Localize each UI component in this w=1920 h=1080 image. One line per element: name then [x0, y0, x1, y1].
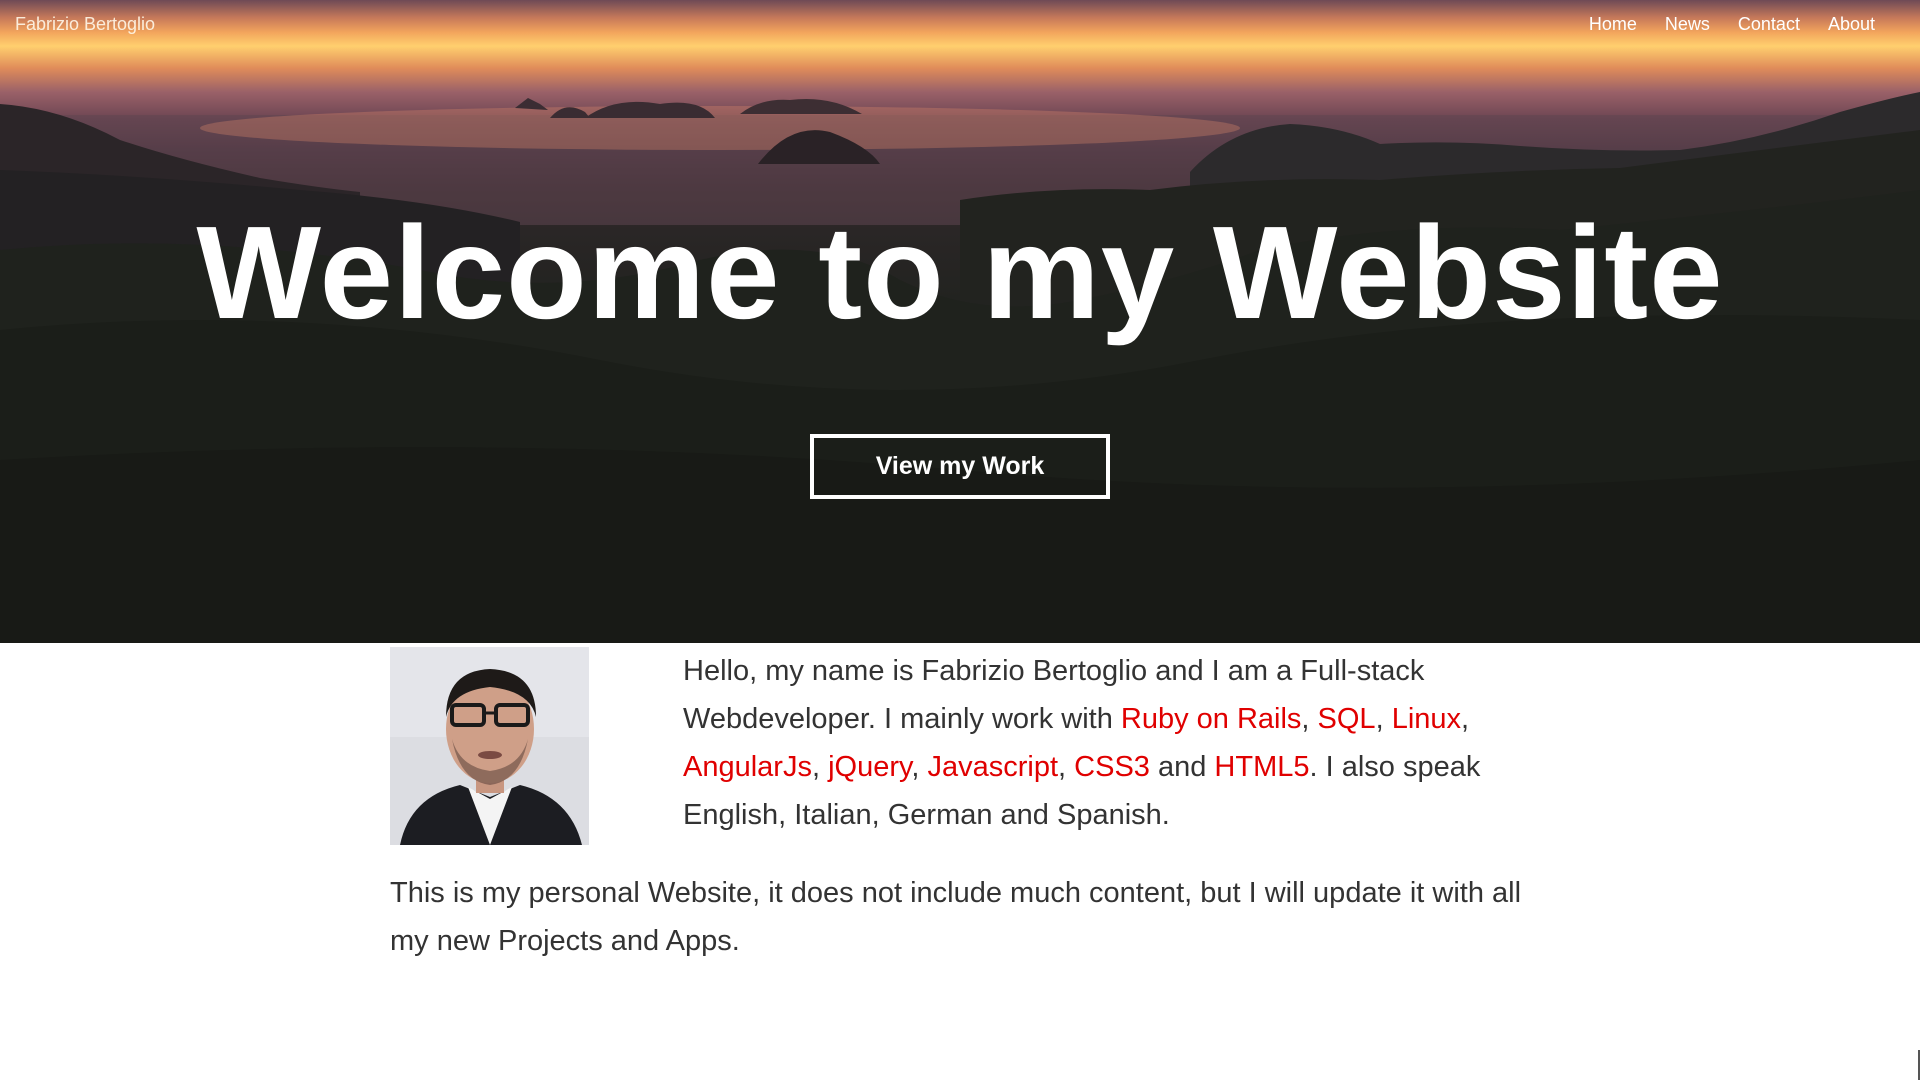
separator: ,: [811, 751, 829, 783]
nav-about-link[interactable]: About: [1828, 14, 1875, 35]
skill-link-sql[interactable]: SQL: [1318, 703, 1376, 735]
separator: ,: [1461, 703, 1470, 735]
main-nav: Home News Contact About: [1561, 14, 1875, 35]
separator: ,: [1375, 703, 1392, 735]
separator: and: [1149, 751, 1215, 783]
brand-link[interactable]: Fabrizio Bertoglio: [15, 14, 155, 35]
skill-link-jquery[interactable]: jQuery: [828, 751, 911, 783]
profile-photo-image: [390, 647, 589, 845]
separator: ,: [911, 751, 928, 783]
separator: ,: [1301, 703, 1318, 735]
separator: ,: [1058, 751, 1075, 783]
nav-home-link[interactable]: Home: [1589, 14, 1637, 35]
view-my-work-button[interactable]: View my Work: [810, 434, 1110, 499]
personal-note-paragraph: This is my personal Website, it does not…: [390, 877, 1522, 957]
hero-title: Welcome to my Website: [196, 199, 1724, 346]
skill-link-linux[interactable]: Linux: [1392, 703, 1461, 735]
skill-link-ruby-on-rails[interactable]: Ruby on Rails: [1121, 703, 1302, 735]
skill-link-javascript[interactable]: Javascript: [927, 751, 1058, 783]
hero-section: Fabrizio Bertoglio Home News Contact Abo…: [0, 0, 1920, 643]
skill-link-css3[interactable]: CSS3: [1074, 751, 1150, 783]
nav-news-link[interactable]: News: [1665, 14, 1710, 35]
profile-photo: [390, 647, 589, 845]
bio-paragraph: Hello, my name is Fabrizio Bertoglio and…: [683, 647, 1533, 839]
skill-link-html5[interactable]: HTML5: [1214, 751, 1309, 783]
nav-contact-link[interactable]: Contact: [1738, 14, 1800, 35]
skill-link-angularjs[interactable]: AngularJs: [683, 751, 812, 783]
